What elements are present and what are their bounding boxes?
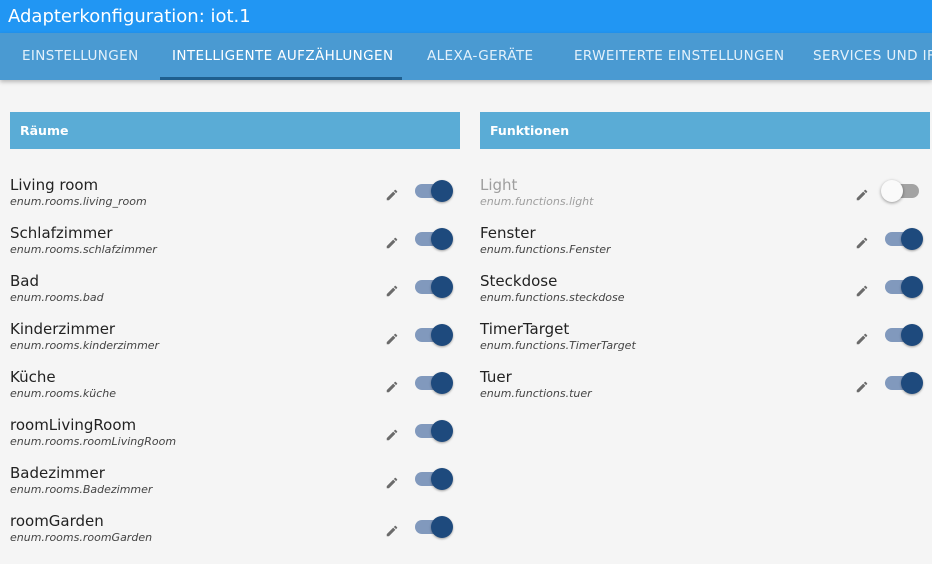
toggle-thumb xyxy=(881,180,903,202)
item-enum-id: enum.rooms.küche xyxy=(10,387,116,400)
rooms-list-item: roomGarden enum.rooms.roomGarden xyxy=(10,511,453,559)
pencil-icon[interactable] xyxy=(855,235,869,249)
enable-toggle[interactable] xyxy=(413,372,453,394)
item-name: Bad xyxy=(10,272,40,290)
item-enum-id: enum.rooms.Badezimmer xyxy=(10,483,153,496)
functions-list-item: Fenster enum.functions.Fenster xyxy=(480,223,923,271)
enable-toggle[interactable] xyxy=(883,324,923,346)
item-enum-id: enum.functions.tuer xyxy=(480,387,592,400)
item-name: Badezimmer xyxy=(10,464,105,482)
item-name: roomLivingRoom xyxy=(10,416,137,434)
rooms-list-item: Schlafzimmer enum.rooms.schlafzimmer xyxy=(10,223,453,271)
pencil-icon[interactable] xyxy=(385,427,399,441)
pencil-icon[interactable] xyxy=(385,331,399,345)
tab-bar: EINSTELLUNGEN INTELLIGENTE AUFZÄHLUNGEN … xyxy=(0,33,932,80)
rooms-list-item: Bad enum.rooms.bad xyxy=(10,271,453,319)
enable-toggle[interactable] xyxy=(883,276,923,298)
item-enum-id: enum.rooms.living_room xyxy=(10,195,147,208)
item-name: Kinderzimmer xyxy=(10,320,116,338)
functions-list-item: Light enum.functions.light xyxy=(480,175,920,223)
toggle-thumb xyxy=(431,180,453,202)
toggle-thumb xyxy=(431,420,453,442)
pencil-icon[interactable] xyxy=(385,523,399,537)
item-enum-id: enum.rooms.kinderzimmer xyxy=(10,339,160,352)
item-name: Küche xyxy=(10,368,56,386)
enable-toggle[interactable] xyxy=(413,420,453,442)
tab-intelligente-aufzaehlungen[interactable]: INTELLIGENTE AUFZÄHLUNGEN xyxy=(172,33,393,80)
enable-toggle[interactable] xyxy=(413,180,453,202)
enable-toggle[interactable] xyxy=(881,180,923,202)
rooms-list-item: roomLivingRoom enum.rooms.roomLivingRoom xyxy=(10,415,453,463)
toggle-thumb xyxy=(901,228,923,250)
rooms-list-item: Badezimmer enum.rooms.Badezimmer xyxy=(10,463,453,511)
enable-toggle[interactable] xyxy=(413,468,453,490)
toggle-thumb xyxy=(431,468,453,490)
functions-list-item: Steckdose enum.functions.steckdose xyxy=(480,271,923,319)
pencil-icon[interactable] xyxy=(385,283,399,297)
item-name: roomGarden xyxy=(10,512,104,530)
rooms-list-item: Küche enum.rooms.küche xyxy=(10,367,453,415)
toggle-thumb xyxy=(431,276,453,298)
item-enum-id: enum.functions.steckdose xyxy=(480,291,625,304)
enable-toggle[interactable] xyxy=(883,372,923,394)
item-name: Fenster xyxy=(480,224,536,242)
enable-toggle[interactable] xyxy=(413,516,453,538)
toggle-thumb xyxy=(431,516,453,538)
toggle-thumb xyxy=(901,276,923,298)
toggle-thumb xyxy=(431,372,453,394)
window-title: Adapterkonfiguration: iot.1 xyxy=(0,0,932,33)
toggle-thumb xyxy=(901,372,923,394)
pencil-icon[interactable] xyxy=(385,235,399,249)
item-enum-id: enum.rooms.schlafzimmer xyxy=(10,243,157,256)
pencil-icon[interactable] xyxy=(855,331,869,345)
rooms-header: Räume xyxy=(10,112,460,149)
item-name: Schlafzimmer xyxy=(10,224,113,242)
enable-toggle[interactable] xyxy=(413,276,453,298)
toggle-thumb xyxy=(901,324,923,346)
item-name: Living room xyxy=(10,176,99,194)
rooms-list-item: Kinderzimmer enum.rooms.kinderzimmer xyxy=(10,319,453,367)
pencil-icon[interactable] xyxy=(385,187,399,201)
item-enum-id: enum.functions.light xyxy=(480,195,594,208)
pencil-icon[interactable] xyxy=(855,283,869,297)
pencil-icon[interactable] xyxy=(385,475,399,489)
toggle-thumb xyxy=(431,228,453,250)
rooms-list-item: Living room enum.rooms.living_room xyxy=(10,175,453,223)
enable-toggle[interactable] xyxy=(413,228,453,250)
enable-toggle[interactable] xyxy=(413,324,453,346)
functions-header: Funktionen xyxy=(480,112,930,149)
item-name: Light xyxy=(480,176,518,194)
pencil-icon[interactable] xyxy=(385,379,399,393)
functions-list-item: TimerTarget enum.functions.TimerTarget xyxy=(480,319,923,367)
active-tab-indicator xyxy=(160,77,402,80)
tab-erweiterte-einstellungen[interactable]: ERWEITERTE EINSTELLUNGEN xyxy=(574,33,784,80)
toggle-thumb xyxy=(431,324,453,346)
item-name: TimerTarget xyxy=(480,320,570,338)
functions-list-item: Tuer enum.functions.tuer xyxy=(480,367,923,415)
item-enum-id: enum.functions.TimerTarget xyxy=(480,339,636,352)
item-name: Tuer xyxy=(480,368,512,386)
item-enum-id: enum.functions.Fenster xyxy=(480,243,611,256)
tab-services[interactable]: SERVICES UND IF xyxy=(813,33,932,80)
tab-alexa-geraete[interactable]: ALEXA-GERÄTE xyxy=(427,33,533,80)
item-enum-id: enum.rooms.roomLivingRoom xyxy=(10,435,177,448)
pencil-icon[interactable] xyxy=(855,379,869,393)
tab-einstellungen[interactable]: EINSTELLUNGEN xyxy=(22,33,139,80)
enable-toggle[interactable] xyxy=(883,228,923,250)
item-enum-id: enum.rooms.roomGarden xyxy=(10,531,153,544)
item-enum-id: enum.rooms.bad xyxy=(10,291,104,304)
item-name: Steckdose xyxy=(480,272,558,290)
pencil-icon[interactable] xyxy=(855,187,869,201)
